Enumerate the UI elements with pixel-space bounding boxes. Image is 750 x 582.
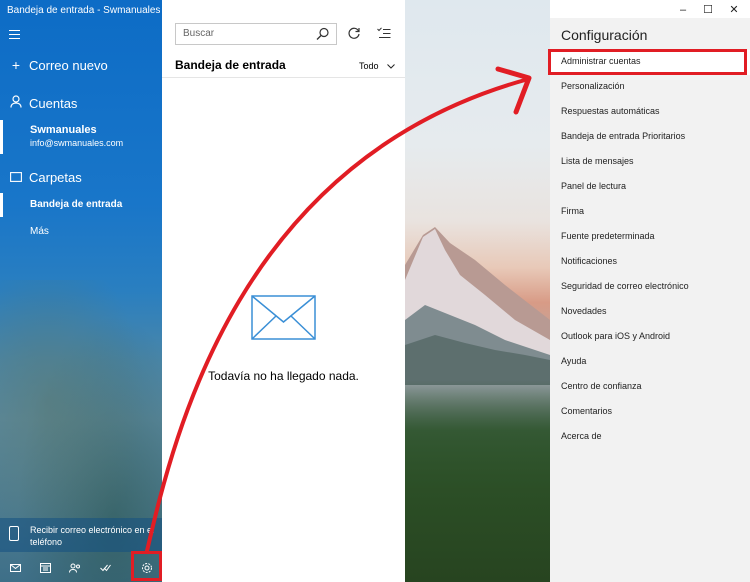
- annotation-arrow: [145, 66, 532, 553]
